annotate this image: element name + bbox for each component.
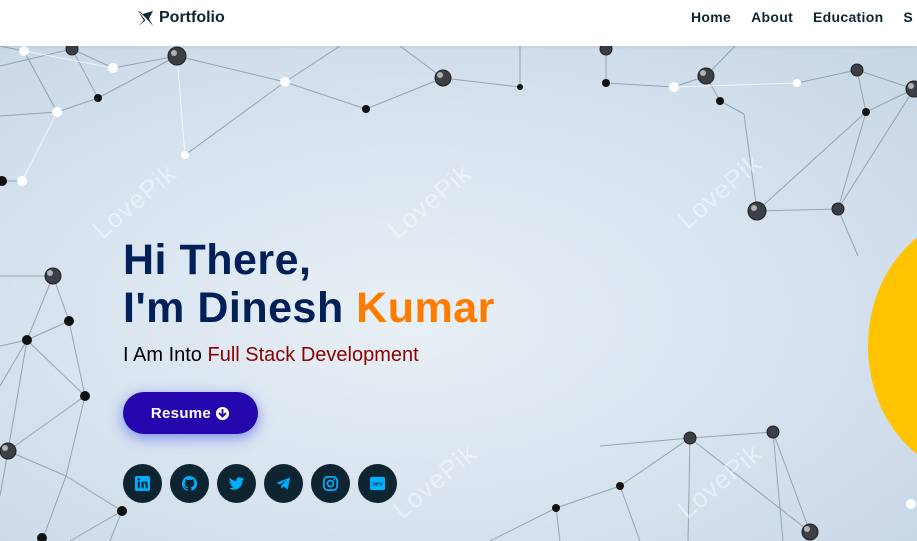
navbar: Portfolio Home About Education S bbox=[0, 0, 917, 46]
dev-icon: DEV bbox=[369, 476, 386, 491]
tagline: I Am Into Full Stack Development bbox=[123, 344, 419, 367]
twitter-icon bbox=[228, 477, 245, 490]
nav-links: Home About Education S bbox=[691, 9, 917, 25]
origami-crane-icon bbox=[137, 10, 154, 26]
resume-label: Resume bbox=[150, 404, 212, 422]
hero-heading: Hi There, I'm Dinesh Kumar bbox=[123, 236, 495, 332]
brand-name: Portfolio bbox=[159, 9, 225, 26]
instagram-link[interactable] bbox=[311, 464, 350, 503]
nav-education[interactable]: Education bbox=[813, 9, 883, 25]
portfolio-page: Portfolio Home About Education S LovePik… bbox=[0, 0, 917, 541]
nav-about[interactable]: About bbox=[751, 9, 793, 25]
dev-icon-label: DEV bbox=[373, 482, 384, 488]
name-prefix: I'm Dinesh bbox=[123, 284, 357, 332]
dev-link[interactable]: DEV bbox=[358, 464, 397, 503]
resume-button[interactable]: Resume bbox=[123, 392, 258, 434]
nav-home[interactable]: Home bbox=[691, 9, 731, 25]
brand-link[interactable]: Portfolio bbox=[137, 7, 225, 29]
linkedin-icon bbox=[134, 475, 151, 492]
greeting-text: Hi There, bbox=[123, 236, 312, 284]
telegram-icon bbox=[276, 477, 291, 490]
github-link[interactable] bbox=[170, 464, 209, 503]
social-links: DEV bbox=[123, 464, 397, 503]
arrow-circle-down-icon bbox=[216, 406, 230, 420]
instagram-icon bbox=[323, 476, 338, 491]
linkedin-link[interactable] bbox=[123, 464, 162, 503]
typed-text: Full Stack Development bbox=[207, 344, 419, 366]
hero-section: LovePik LovePik LovePik LovePik LovePik … bbox=[0, 46, 917, 541]
nav-skills[interactable]: S bbox=[903, 9, 913, 25]
tagline-prefix: I Am Into bbox=[123, 344, 208, 366]
github-icon bbox=[181, 475, 198, 491]
name-accent: Kumar bbox=[356, 284, 495, 332]
telegram-link[interactable] bbox=[264, 464, 303, 503]
twitter-link[interactable] bbox=[217, 464, 256, 503]
